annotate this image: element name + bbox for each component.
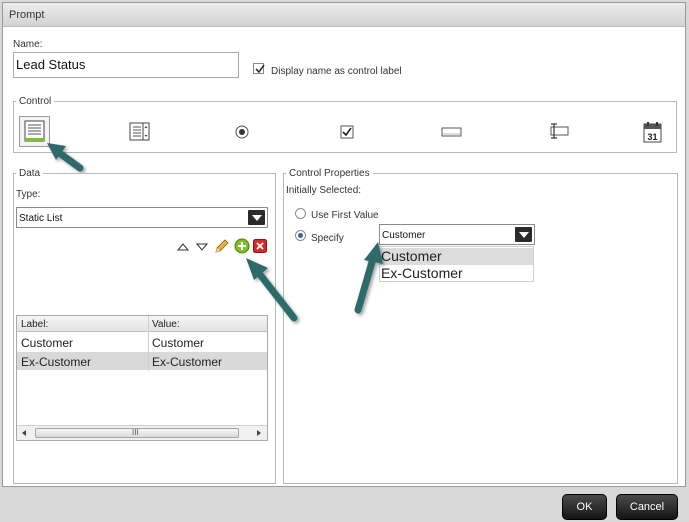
arrow-to-add-button-icon: [246, 258, 298, 322]
ok-button[interactable]: OK: [562, 494, 607, 520]
cancel-button[interactable]: Cancel: [616, 494, 678, 520]
annotation-arrows: [47, 143, 383, 322]
arrow-to-list-control-icon: [47, 143, 84, 172]
arrow-to-specify-dropdown-icon: [354, 242, 383, 314]
